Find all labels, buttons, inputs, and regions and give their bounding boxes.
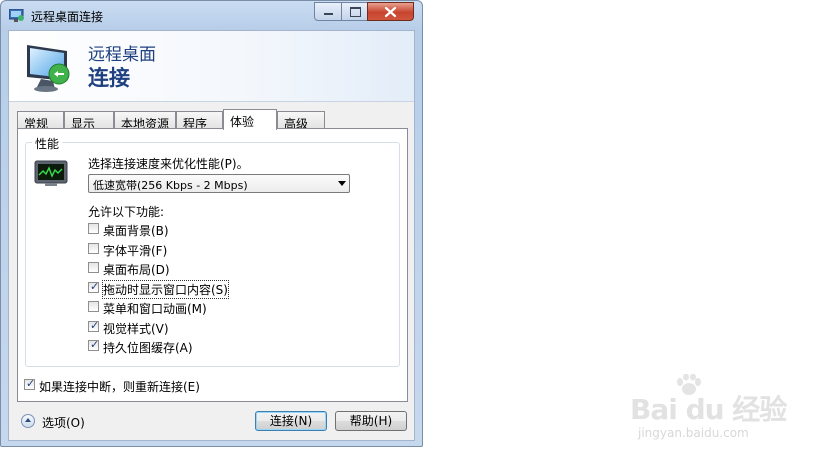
checkbox-box[interactable]: [88, 243, 99, 254]
maximize-button[interactable]: [341, 2, 368, 21]
monitor-icon: [27, 45, 70, 92]
performance-group: 性能 选择连接速度来优化性能(P)。 低速宽带(256 Kbps - 2 Mbp…: [25, 135, 400, 367]
checkbox-box[interactable]: ✓: [24, 377, 36, 390]
remote-desktop-window: 远程桌面连接 远程桌面 连接 常规 显示 本地资源 程序 体验 高级 性能 选择…: [0, 0, 423, 447]
checkbox-box[interactable]: ✓: [88, 319, 100, 332]
close-button[interactable]: [367, 2, 414, 21]
baidu-jingyan-watermark: Bai du 经验 jingyan.baidu.com: [630, 374, 787, 442]
minimize-icon: [324, 13, 333, 15]
tab-general[interactable]: 常规: [17, 111, 64, 131]
connection-speed-select[interactable]: 低速宽带(256 Kbps - 2 Mbps): [88, 174, 350, 193]
tab-label: 体验: [230, 115, 255, 129]
checkbox-label: 桌面布局(D): [103, 263, 170, 277]
checkbox-box[interactable]: [88, 223, 99, 234]
watermark-logo-text: Bai du 经验: [630, 393, 787, 426]
checkbox-box[interactable]: [88, 262, 99, 273]
checkmark-icon: ✓: [26, 377, 36, 390]
watermark-url: jingyan.baidu.com: [638, 426, 749, 440]
checkbox-label: 视觉样式(V): [103, 322, 169, 336]
banner-title-line2: 连接: [88, 66, 130, 90]
tab-experience[interactable]: 体验: [223, 109, 277, 130]
checkbox-box[interactable]: [88, 301, 99, 312]
checkbox-box[interactable]: ✓: [88, 280, 100, 293]
checkbox-label: 拖动时显示窗口内容(S): [102, 280, 229, 299]
tab-local-resources[interactable]: 本地资源: [114, 111, 176, 131]
tab-display[interactable]: 显示: [64, 111, 114, 131]
help-button[interactable]: 帮助(H): [335, 411, 407, 431]
window-title: 远程桌面连接: [31, 10, 104, 24]
checkmark-icon: ✓: [90, 280, 100, 293]
banner: 远程桌面 连接: [9, 31, 414, 102]
dropdown-arrow-icon: [338, 181, 346, 186]
tab-advanced[interactable]: 高级: [277, 111, 325, 131]
checkmark-icon: ✓: [90, 319, 100, 332]
title-bar[interactable]: 远程桌面连接: [1, 1, 422, 29]
remote-desktop-app-icon: [9, 9, 24, 22]
minimize-button[interactable]: [314, 2, 342, 21]
checkbox-label: 如果连接中断，则重新连接(E): [39, 380, 200, 394]
client-area: 远程桌面 连接 常规 显示 本地资源 程序 体验 高级 性能 选择连接速度来优化…: [8, 30, 415, 441]
connect-button[interactable]: 连接(N): [255, 411, 327, 431]
checkbox-label: 桌面背景(B): [103, 224, 169, 238]
close-icon: [384, 6, 397, 18]
checkbox-label: 菜单和窗口动画(M): [103, 302, 207, 316]
expand-options-icon[interactable]: [21, 414, 35, 428]
experience-tab-panel: 性能 选择连接速度来优化性能(P)。 低速宽带(256 Kbps - 2 Mbp…: [17, 128, 408, 402]
connection-speed-value: 低速宽带(256 Kbps - 2 Mbps): [93, 179, 248, 192]
performance-monitor-icon: [34, 160, 68, 186]
maximize-icon: [350, 7, 361, 17]
allow-features-label: 允许以下功能:: [88, 205, 165, 219]
checkbox-label: 持久位图缓存(A): [103, 341, 193, 355]
checkmark-icon: ✓: [90, 338, 100, 351]
tab-programs[interactable]: 程序: [176, 111, 223, 131]
speed-label: 选择连接速度来优化性能(P)。: [88, 157, 249, 171]
options-label: 选项(O): [42, 416, 85, 430]
checkbox-label: 字体平滑(F): [103, 244, 168, 258]
checkbox-box[interactable]: ✓: [88, 338, 100, 351]
performance-group-label: 性能: [32, 135, 63, 152]
